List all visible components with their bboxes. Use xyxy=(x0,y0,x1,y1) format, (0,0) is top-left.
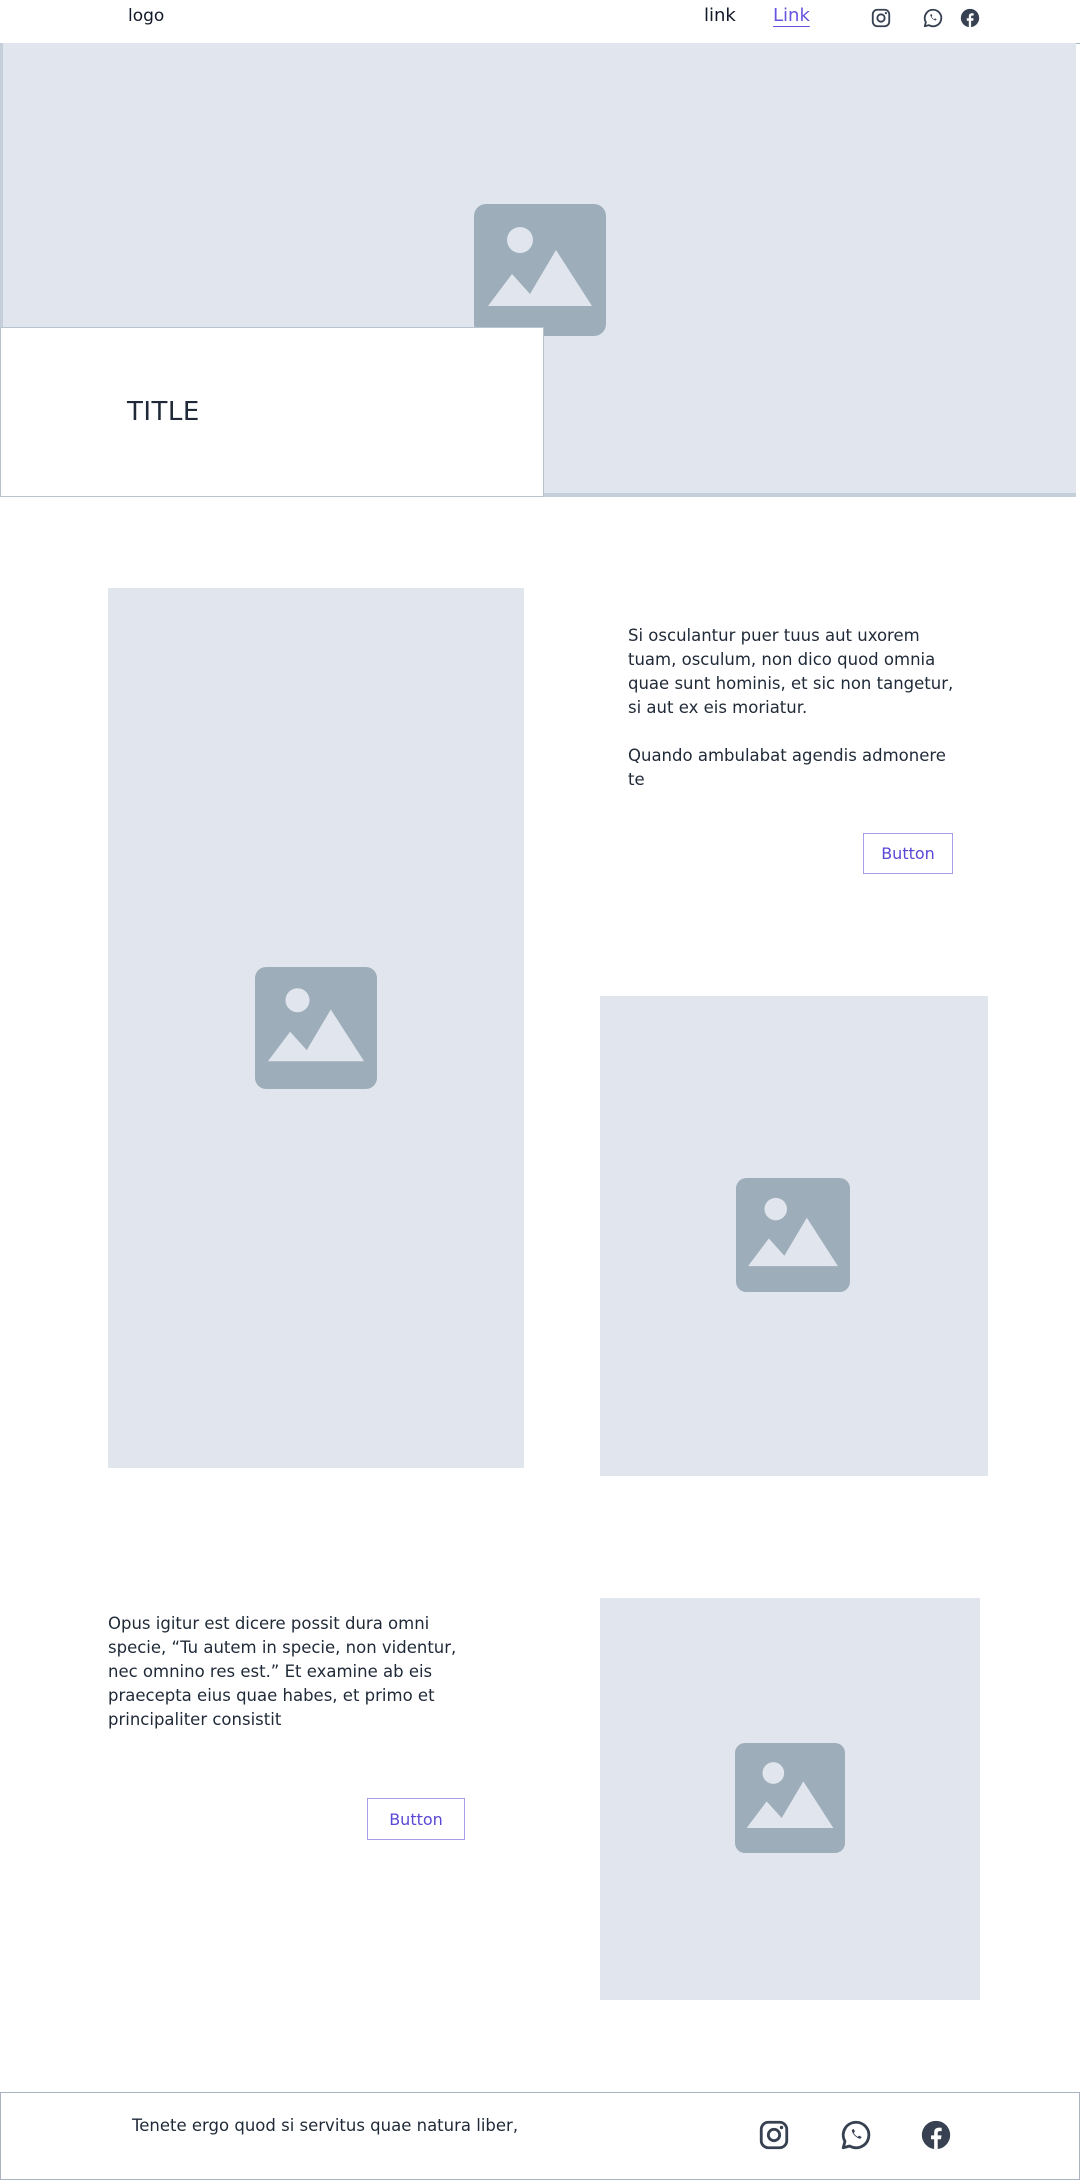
section1-button[interactable]: Button xyxy=(863,833,953,874)
whatsapp-icon[interactable] xyxy=(839,2118,873,2152)
footer-text: Tenete ergo quod si servitus quae natura… xyxy=(132,2116,519,2135)
nav-link-2[interactable]: Link xyxy=(773,5,810,26)
site-footer xyxy=(0,2092,1080,2180)
instagram-icon[interactable] xyxy=(870,7,892,29)
section1-paragraph-2: Quando ambulabat agendis admonere te xyxy=(628,746,946,789)
instagram-icon[interactable] xyxy=(757,2118,791,2152)
image-placeholder-icon xyxy=(735,1743,845,1853)
section1-paragraph-1: Si osculantur puer tuus aut uxorem tuam,… xyxy=(628,626,954,717)
whatsapp-icon[interactable] xyxy=(922,7,944,29)
section2-paragraph: Opus igitur est dicere possit dura omni … xyxy=(108,1614,457,1729)
facebook-icon[interactable] xyxy=(959,7,981,29)
logo[interactable]: logo xyxy=(128,6,164,26)
section2-button[interactable]: Button xyxy=(367,1798,465,1840)
facebook-icon[interactable] xyxy=(919,2118,953,2152)
image-placeholder-icon xyxy=(736,1178,850,1292)
title-card xyxy=(0,327,544,497)
image-placeholder-icon xyxy=(474,204,606,336)
nav-link-1[interactable]: link xyxy=(704,5,736,26)
image-placeholder-icon xyxy=(255,967,377,1089)
page-title: TITLE xyxy=(127,397,200,427)
